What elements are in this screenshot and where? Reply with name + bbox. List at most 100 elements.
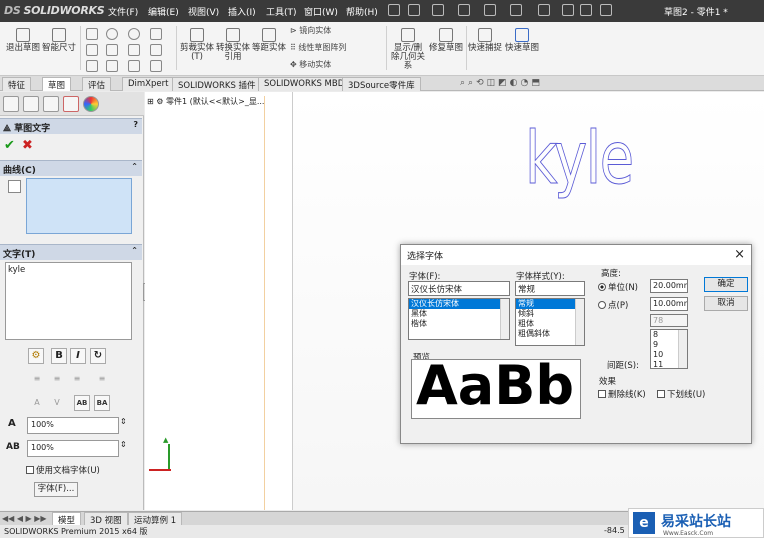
rebuild-icon[interactable] xyxy=(562,4,574,16)
tree-root-item[interactable]: ⊞ ⚙ 零件1 (默认<<默认>_显... xyxy=(147,96,264,107)
font-list[interactable]: 汉仪长仿宋体 黑体 楷体 xyxy=(408,298,510,340)
save-icon[interactable] xyxy=(458,4,470,16)
ok-checkmark-icon[interactable]: ✔ xyxy=(4,138,15,153)
dimxpert-manager-icon[interactable] xyxy=(63,96,79,112)
plane-icon[interactable] xyxy=(106,60,118,72)
smart-dimension-button[interactable]: 智能尺寸 xyxy=(42,28,76,53)
close-icon[interactable]: × xyxy=(734,247,745,262)
tab-3dsource[interactable]: 3DSource零件库 xyxy=(342,77,421,91)
cancel-x-icon[interactable]: ✖ xyxy=(22,138,33,153)
mirror-entities-button[interactable]: ⊳ 镜向实体 xyxy=(290,25,331,36)
print-icon[interactable] xyxy=(484,4,496,16)
unit-height-input[interactable]: 20.00mm xyxy=(650,279,688,293)
style-list-item[interactable]: 粗体 xyxy=(516,319,584,329)
unit-radio[interactable]: 单位(N) xyxy=(598,281,638,293)
bold-button[interactable]: B xyxy=(51,348,67,364)
align-left-icon[interactable]: ≡ xyxy=(30,374,44,384)
tab-dimxpert[interactable]: DimXpert xyxy=(122,77,175,91)
sketch-text-input[interactable]: kyle xyxy=(5,262,132,340)
align-right-icon[interactable]: ≡ xyxy=(70,374,84,384)
tab-evaluate[interactable]: 评估 xyxy=(82,77,112,91)
menu-view[interactable]: 视图(V) xyxy=(188,5,219,18)
align-center-icon[interactable]: ≡ xyxy=(50,374,64,384)
spacing-spinner[interactable]: ⇕ xyxy=(120,440,127,449)
feature-manager-icon[interactable] xyxy=(3,96,19,112)
font-button[interactable]: 字体(F)... xyxy=(34,482,78,497)
offset-entities-button[interactable]: 等距实体 xyxy=(252,28,286,53)
menu-edit[interactable]: 编辑(E) xyxy=(148,5,179,18)
font-list-item[interactable]: 汉仪长仿宋体 xyxy=(409,299,509,309)
point-size-input[interactable]: 78 xyxy=(650,314,688,327)
justify-icon[interactable]: ≡ xyxy=(95,374,109,384)
curves-section-header[interactable]: 曲线(C) ⌃ xyxy=(0,160,142,176)
style-list-item[interactable]: 粗偶斜体 xyxy=(516,329,584,339)
style-list-item[interactable]: 倾斜 xyxy=(516,309,584,319)
strikeout-checkbox[interactable]: 删除线(K) xyxy=(598,388,646,400)
font-list-item[interactable]: 楷体 xyxy=(409,319,509,329)
menu-insert[interactable]: 插入(I) xyxy=(228,5,256,18)
size-list-scrollbar[interactable] xyxy=(678,330,687,368)
underline-checkbox[interactable]: 下划线(U) xyxy=(657,388,705,400)
tab-motion-study[interactable]: 运动算例 1 xyxy=(128,512,183,526)
centerline-icon[interactable] xyxy=(150,60,162,72)
style-list[interactable]: 常规 倾斜 粗体 粗偶斜体 xyxy=(515,298,585,346)
move-entities-button[interactable]: ✥ 移动实体 xyxy=(290,59,331,70)
options-icon[interactable] xyxy=(600,4,612,16)
point-size-list[interactable]: 8 9 10 11 xyxy=(650,329,688,369)
trim-entities-button[interactable]: 剪裁实体(T) xyxy=(180,28,214,62)
menu-help[interactable]: 帮助(H) xyxy=(346,5,378,18)
show-relations-button[interactable]: 显示/删除几何关系 xyxy=(390,28,426,71)
menu-window[interactable]: 窗口(W) xyxy=(304,5,338,18)
italic-button[interactable]: I xyxy=(70,348,86,364)
new-icon[interactable] xyxy=(408,4,420,16)
configuration-manager-icon[interactable] xyxy=(43,96,59,112)
flip-horizontal-reverse-button[interactable]: BA xyxy=(94,395,110,411)
tab-mbd[interactable]: SOLIDWORKS MBD xyxy=(258,77,351,91)
property-manager-icon[interactable] xyxy=(23,96,39,112)
tab-sketch[interactable]: 草图 xyxy=(42,77,72,91)
point-height-input[interactable]: 10.00mm xyxy=(650,297,688,311)
tab-features[interactable]: 特征 xyxy=(2,77,32,91)
help-icon[interactable]: ? xyxy=(133,120,138,129)
point-icon[interactable] xyxy=(86,60,98,72)
text-icon[interactable] xyxy=(128,60,140,72)
flip-horizontal-button[interactable]: AB xyxy=(74,395,90,411)
width-spinner[interactable]: ⇕ xyxy=(120,417,127,426)
undo-icon[interactable] xyxy=(510,4,522,16)
curves-selection-box[interactable] xyxy=(26,178,132,234)
display-manager-icon[interactable] xyxy=(83,96,99,112)
font-input[interactable]: 汉仪长仿宋体 xyxy=(408,281,510,296)
link-property-button[interactable]: ⚙ xyxy=(28,348,44,364)
tab-scroll-arrows[interactable]: ◀◀ ◀ ▶ ▶▶ xyxy=(2,514,47,523)
quick-snaps-button[interactable]: 快速捕捉 xyxy=(468,28,502,53)
flip-vertical-down-icon[interactable]: V xyxy=(50,398,64,408)
file-properties-icon[interactable] xyxy=(580,4,592,16)
circle-icon[interactable] xyxy=(106,28,118,40)
open-icon[interactable] xyxy=(432,4,444,16)
linear-pattern-button[interactable]: ⠿ 线性草图阵列 xyxy=(290,42,346,53)
style-input[interactable]: 常规 xyxy=(515,281,585,296)
polygon-icon[interactable] xyxy=(128,44,140,56)
repair-sketch-button[interactable]: 修复草图 xyxy=(428,28,464,53)
exit-sketch-button[interactable]: 退出草图 xyxy=(6,28,40,53)
menu-tools[interactable]: 工具(T) xyxy=(266,5,297,18)
slot-icon[interactable] xyxy=(106,44,118,56)
rapid-sketch-button[interactable]: 快速草图 xyxy=(504,28,540,53)
convert-entities-button[interactable]: 转换实体引用 xyxy=(216,28,250,62)
arc-icon[interactable] xyxy=(128,28,140,40)
tab-3d-views[interactable]: 3D 视图 xyxy=(84,512,128,526)
select-icon[interactable] xyxy=(538,4,550,16)
spline-icon[interactable] xyxy=(150,28,162,40)
font-list-item[interactable]: 黑体 xyxy=(409,309,509,319)
use-document-font-checkbox[interactable]: 使用文档字体(U) xyxy=(26,464,100,476)
rotate-button[interactable]: ↻ xyxy=(90,348,106,364)
line-icon[interactable] xyxy=(86,28,98,40)
style-list-item[interactable]: 常规 xyxy=(516,299,584,309)
tab-model[interactable]: 模型 xyxy=(52,512,82,526)
rectangle-icon[interactable] xyxy=(86,44,98,56)
point-radio[interactable]: 点(P) xyxy=(598,299,628,311)
tab-addins[interactable]: SOLIDWORKS 插件 xyxy=(172,77,262,91)
view-toolbar-icons[interactable]: ⌕⌕⟲◫◩◐◔⬒ xyxy=(460,78,543,88)
font-list-scrollbar[interactable] xyxy=(500,299,509,339)
menu-file[interactable]: 文件(F) xyxy=(108,5,138,18)
